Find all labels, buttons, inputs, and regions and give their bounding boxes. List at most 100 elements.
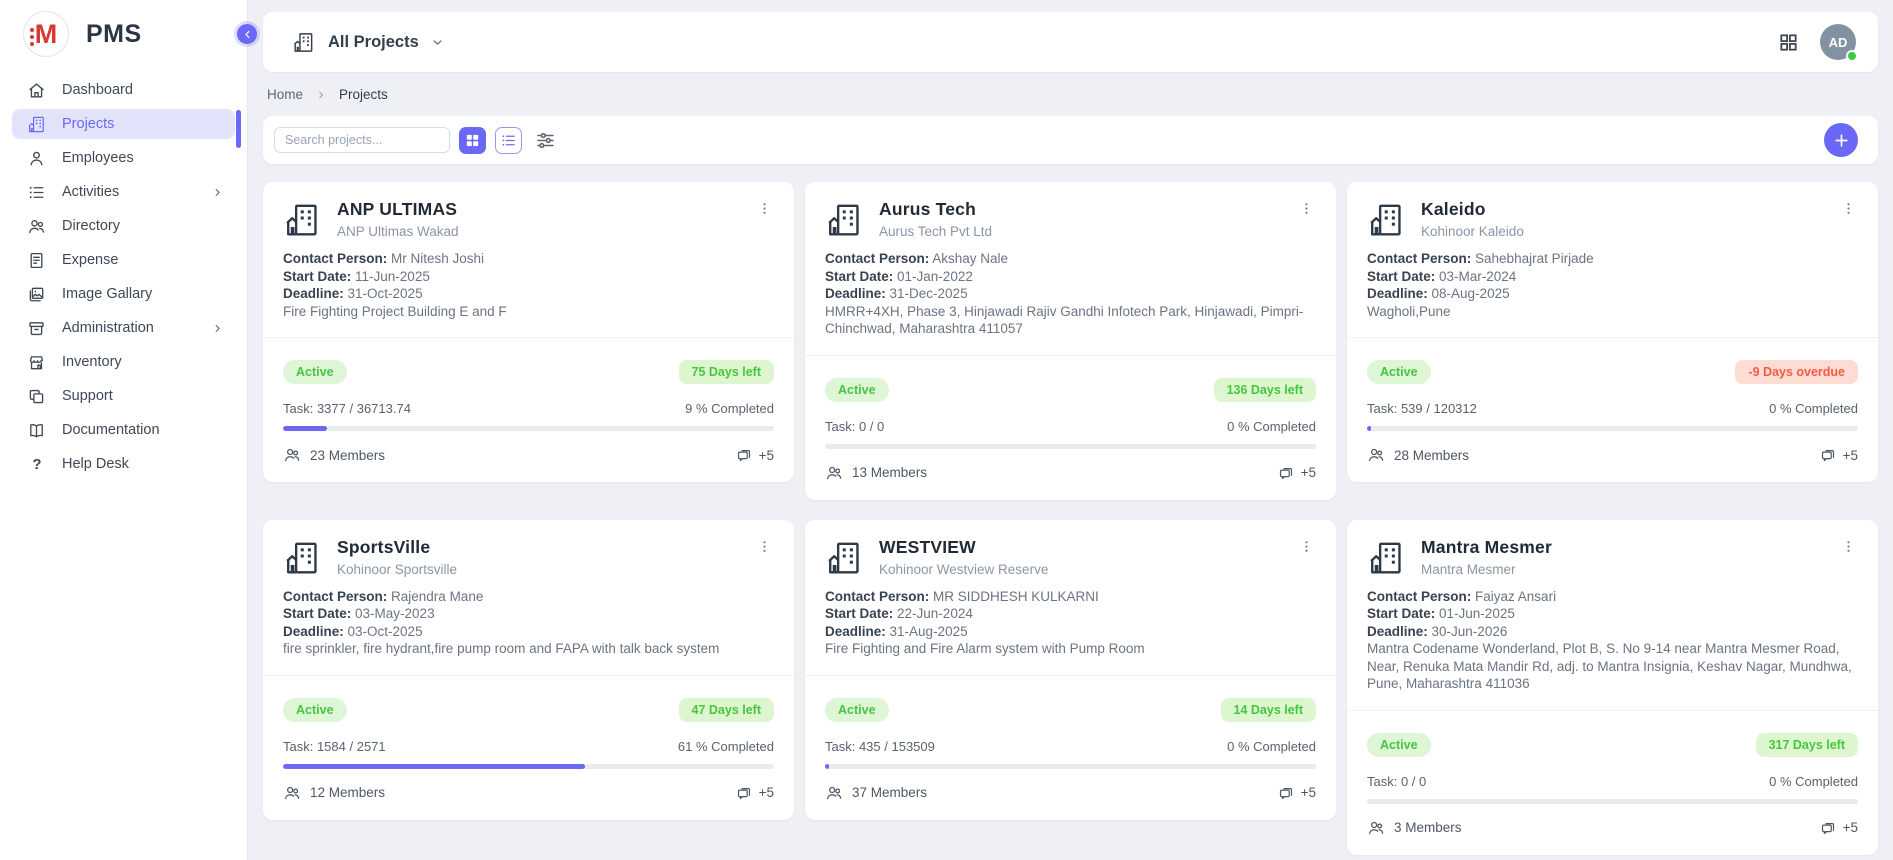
grid-icon bbox=[1778, 32, 1799, 53]
add-project-button[interactable] bbox=[1824, 123, 1858, 157]
sidebar-item-image-gallery[interactable]: Image Gallary bbox=[12, 279, 235, 309]
sidebar-item-employees[interactable]: Employees bbox=[12, 143, 235, 173]
list-view-button[interactable] bbox=[495, 127, 522, 154]
comments-icon[interactable] bbox=[1277, 464, 1295, 482]
status-badge: Active bbox=[825, 378, 889, 402]
deadline-value: 31-Oct-2025 bbox=[348, 286, 423, 301]
start-value: 01-Jan-2022 bbox=[897, 269, 973, 284]
comments-icon[interactable] bbox=[735, 446, 753, 464]
card-menu-button[interactable] bbox=[1297, 537, 1316, 556]
filter-button[interactable] bbox=[535, 130, 556, 151]
sidebar-scrollbar-thumb[interactable] bbox=[236, 110, 241, 148]
apps-grid-button[interactable] bbox=[1778, 32, 1799, 53]
card-menu-button[interactable] bbox=[1839, 199, 1858, 218]
days-left-badge: 317 Days left bbox=[1756, 733, 1858, 757]
grid-view-button[interactable] bbox=[459, 127, 486, 154]
deadline-label: Deadline: bbox=[283, 624, 344, 639]
people-icon bbox=[27, 217, 47, 236]
project-title[interactable]: WESTVIEW bbox=[879, 537, 1048, 558]
members-count: 12 Members bbox=[310, 785, 385, 800]
sidebar-item-directory[interactable]: Directory bbox=[12, 211, 235, 241]
status-badge: Active bbox=[825, 698, 889, 722]
comments-icon[interactable] bbox=[1819, 819, 1837, 837]
comments-icon[interactable] bbox=[1819, 446, 1837, 464]
contact-label: Contact Person: bbox=[825, 251, 929, 266]
sidebar-item-inventory[interactable]: Inventory bbox=[12, 347, 235, 377]
progress-fill bbox=[283, 764, 585, 769]
divider bbox=[805, 675, 1336, 676]
deadline-value: 31-Aug-2025 bbox=[890, 624, 968, 639]
search-input[interactable] bbox=[274, 127, 450, 153]
sidebar-item-support[interactable]: Support bbox=[12, 381, 235, 411]
members-icon bbox=[1367, 446, 1385, 464]
project-subtitle: ANP Ultimas Wakad bbox=[337, 224, 459, 239]
status-badge: Active bbox=[1367, 360, 1431, 384]
sidebar-item-administration[interactable]: Administration bbox=[12, 313, 235, 343]
contact-label: Contact Person: bbox=[283, 251, 387, 266]
card-menu-button[interactable] bbox=[1297, 199, 1316, 218]
sidebar-item-label: Employees bbox=[62, 150, 134, 166]
sidebar-item-label: Image Gallary bbox=[62, 286, 152, 302]
plus-icon bbox=[1833, 132, 1850, 149]
project-description: fire sprinkler, fire hydrant,fire pump r… bbox=[283, 640, 774, 658]
task-count: Task: 3377 / 36713.74 bbox=[283, 401, 411, 416]
building-icon bbox=[292, 31, 315, 54]
completed-percent: 0 % Completed bbox=[1227, 419, 1316, 434]
card-menu-button[interactable] bbox=[755, 537, 774, 556]
card-menu-button[interactable] bbox=[755, 199, 774, 218]
building-icon bbox=[825, 539, 863, 577]
project-title[interactable]: Kaleido bbox=[1421, 199, 1524, 220]
task-count: Task: 539 / 120312 bbox=[1367, 401, 1477, 416]
comments-icon[interactable] bbox=[1277, 784, 1295, 802]
sidebar-item-label: Administration bbox=[62, 320, 154, 336]
kebab-icon bbox=[1841, 539, 1856, 554]
extra-count: +5 bbox=[1843, 448, 1858, 463]
contact-value: Akshay Nale bbox=[932, 251, 1008, 266]
progress-fill bbox=[283, 426, 327, 431]
extra-count: +5 bbox=[759, 448, 774, 463]
members-icon bbox=[283, 446, 301, 464]
progress-bar bbox=[825, 444, 1316, 449]
extra-count: +5 bbox=[1843, 820, 1858, 835]
start-value: 03-May-2023 bbox=[355, 606, 435, 621]
deadline-label: Deadline: bbox=[1367, 624, 1428, 639]
sidebar-item-dashboard[interactable]: Dashboard bbox=[12, 75, 235, 105]
breadcrumb-home-link[interactable]: Home bbox=[267, 87, 303, 102]
gallery-icon bbox=[27, 285, 47, 304]
sliders-icon bbox=[535, 130, 556, 151]
start-label: Start Date: bbox=[1367, 269, 1435, 284]
sidebar-item-expense[interactable]: Expense bbox=[12, 245, 235, 275]
book-icon bbox=[27, 421, 47, 440]
sidebar-collapse-button[interactable] bbox=[237, 24, 257, 44]
sidebar-item-label: Expense bbox=[62, 252, 118, 268]
building-icon bbox=[825, 201, 863, 239]
sidebar-item-documentation[interactable]: Documentation bbox=[12, 415, 235, 445]
contact-value: Sahebhajrat Pirjade bbox=[1475, 251, 1594, 266]
projects-toolbar bbox=[263, 116, 1878, 164]
project-card: ANP ULTIMAS ANP Ultimas Wakad Contact Pe… bbox=[263, 182, 794, 482]
project-title[interactable]: Aurus Tech bbox=[879, 199, 992, 220]
sidebar-item-activities[interactable]: Activities bbox=[12, 177, 235, 207]
start-value: 11-Jun-2025 bbox=[355, 269, 430, 284]
project-title[interactable]: Mantra Mesmer bbox=[1421, 537, 1552, 558]
chevron-left-icon bbox=[242, 29, 253, 40]
project-subtitle: Aurus Tech Pvt Ltd bbox=[879, 224, 992, 239]
deadline-value: 31-Dec-2025 bbox=[890, 286, 968, 301]
page-title[interactable]: All Projects bbox=[328, 33, 419, 52]
project-info: Contact Person: MR SIDDHESH KULKARNI Sta… bbox=[825, 588, 1316, 658]
chevron-right-icon bbox=[316, 90, 326, 100]
project-info: Contact Person: Akshay Nale Start Date: … bbox=[825, 250, 1316, 338]
sidebar-item-label: Activities bbox=[62, 184, 119, 200]
card-menu-button[interactable] bbox=[1839, 537, 1858, 556]
start-label: Start Date: bbox=[825, 606, 893, 621]
comments-icon[interactable] bbox=[735, 784, 753, 802]
sidebar-item-projects[interactable]: Projects bbox=[12, 109, 235, 139]
sidebar-item-help-desk[interactable]: ? Help Desk bbox=[12, 449, 235, 479]
task-count: Task: 0 / 0 bbox=[1367, 774, 1426, 789]
chevron-down-icon[interactable] bbox=[431, 36, 444, 49]
project-info: Contact Person: Sahebhajrat Pirjade Star… bbox=[1367, 250, 1858, 320]
project-title[interactable]: SportsVille bbox=[337, 537, 457, 558]
avatar[interactable]: AD bbox=[1820, 24, 1856, 60]
brand-logo: M bbox=[23, 11, 69, 57]
project-title[interactable]: ANP ULTIMAS bbox=[337, 199, 459, 220]
